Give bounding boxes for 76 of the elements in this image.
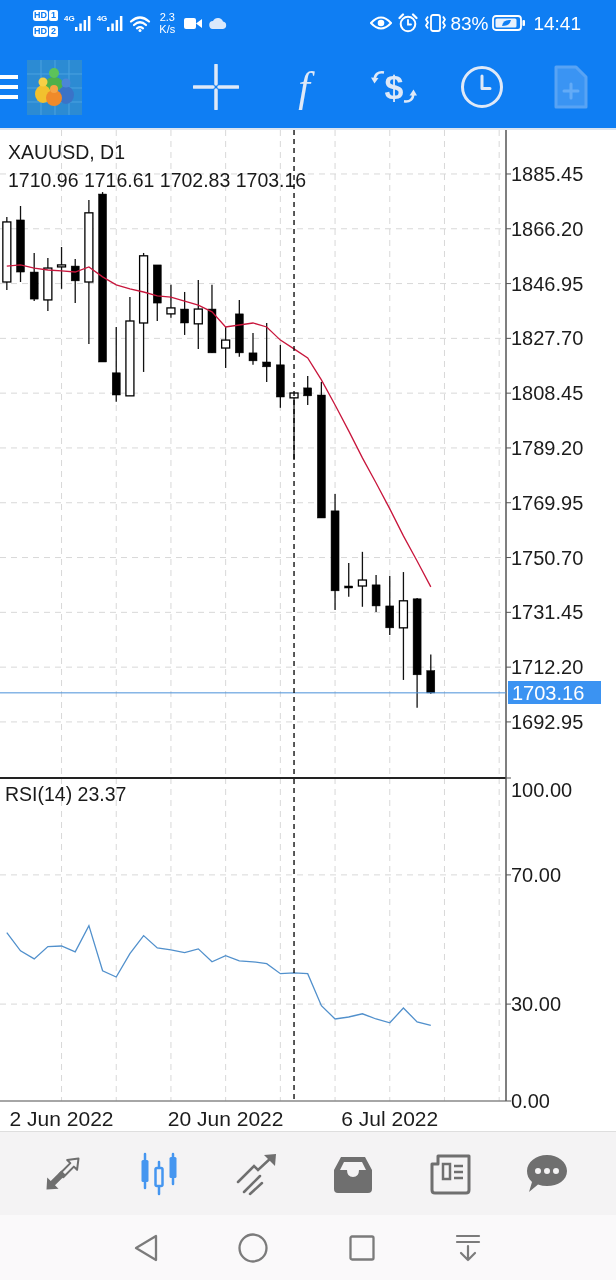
- wifi-icon: [129, 14, 152, 32]
- candlestick: [153, 264, 162, 322]
- app-logo-icon: [27, 59, 82, 115]
- price-axis-label: 1866.20: [511, 217, 584, 240]
- curved-arrow-icon: [370, 71, 385, 84]
- candlestick: [426, 653, 436, 695]
- price-axis-label: 1789.20: [511, 436, 584, 459]
- date-axis-label: 2 Jun 2022: [9, 1106, 114, 1130]
- candlestick: [371, 574, 381, 613]
- candlestick: [289, 392, 299, 461]
- candlestick: [221, 326, 231, 369]
- back-icon[interactable]: [134, 1233, 158, 1262]
- battery-percent: 83%: [450, 13, 489, 33]
- candlestick: [357, 551, 368, 608]
- price-axis-label: 1750.70: [511, 546, 584, 569]
- sim-slot-badge: 1: [49, 9, 58, 21]
- network-type-label: 4G: [96, 15, 108, 23]
- symbol-label: XAUUSD, D1: [8, 141, 126, 163]
- trend-arrow-icon: [234, 1151, 278, 1196]
- video-camera-icon: [184, 16, 203, 30]
- price-axis-label: 1808.45: [511, 382, 584, 405]
- menu-icon[interactable]: [0, 75, 18, 99]
- one-click-trading-button[interactable]: $: [366, 59, 422, 115]
- date-axis-label: 6 Jul 2022: [341, 1106, 439, 1130]
- signal-icon: [74, 15, 91, 31]
- price-axis-label: 1712.20: [511, 656, 584, 679]
- sim-slot-badge: 2: [49, 25, 58, 37]
- candlestick: [385, 575, 394, 636]
- candlestick: [262, 322, 271, 383]
- clock-time: 14:41: [533, 13, 581, 33]
- candlestick: [166, 284, 176, 319]
- eye-icon: [370, 16, 393, 30]
- rsi-axis-label: 100.00: [511, 779, 573, 801]
- candlestick: [276, 344, 285, 409]
- candlestick: [180, 291, 189, 336]
- signal-icon: [107, 15, 124, 31]
- candlestick: [207, 284, 217, 354]
- candlestick: [235, 299, 244, 358]
- rsi-axis-label: 30.00: [511, 993, 562, 1016]
- battery-icon: [492, 15, 527, 31]
- alarm-clock-icon: [398, 13, 419, 33]
- rsi-axis-label: 0.00: [511, 1090, 550, 1112]
- candlestick: [70, 258, 80, 304]
- rsi-axis-label: 70.00: [511, 863, 562, 886]
- candlestick: [248, 332, 258, 366]
- price-axis-label: 1769.95: [511, 491, 584, 514]
- network-type-label: 4G: [64, 15, 75, 23]
- price-axis-label: 1885.45: [511, 163, 584, 185]
- price-axis-label: 1846.95: [511, 272, 584, 295]
- clock-icon: [460, 65, 504, 109]
- candlestick: [193, 279, 203, 350]
- crosshair-icon: [193, 64, 239, 110]
- pull-down-icon[interactable]: [455, 1233, 481, 1262]
- price-axis-label: 1692.95: [511, 710, 584, 733]
- date-axis-label: 20 Jun 2022: [167, 1106, 284, 1130]
- indicators-button[interactable]: f: [276, 59, 332, 115]
- hd-badge: HD: [33, 9, 48, 21]
- recents-icon[interactable]: [348, 1234, 375, 1261]
- current-price-tag: 1703.16: [508, 681, 601, 704]
- candlestick: [43, 257, 53, 312]
- home-icon[interactable]: [238, 1232, 269, 1263]
- candlestick: [56, 246, 67, 290]
- candlestick: [344, 562, 353, 598]
- speed-unit: K/s: [159, 23, 176, 35]
- price-axis-label: 1827.70: [511, 327, 584, 350]
- ohlc-values: 1710.96 1716.61 1702.83 1703.16: [8, 169, 307, 191]
- network-speed: 2.3: [159, 11, 175, 23]
- hd-badge: HD: [33, 25, 48, 37]
- cloud-icon: [209, 17, 228, 29]
- price-axis-label: 1731.45: [511, 601, 584, 624]
- document-plus-icon: [554, 65, 588, 109]
- candlestick: [303, 375, 312, 406]
- candlestick: [29, 252, 39, 302]
- curved-arrow-icon: [403, 89, 418, 103]
- vibrate-icon: [425, 14, 447, 32]
- rsi-indicator-label: RSI(14) 23.37: [5, 783, 127, 805]
